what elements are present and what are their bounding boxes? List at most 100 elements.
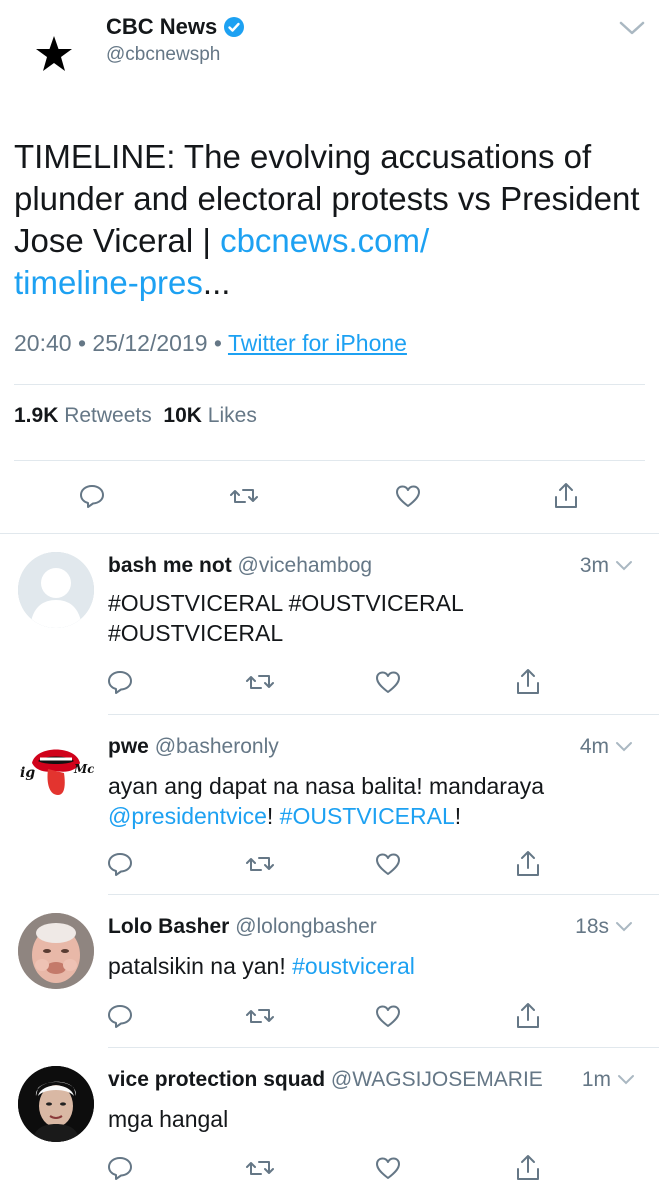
reply-timestamp: 1m	[581, 1068, 611, 1091]
reply-name[interactable]: bash me not	[108, 554, 232, 577]
avatar[interactable]	[18, 1066, 94, 1142]
avatar[interactable]	[18, 913, 94, 989]
reply-handle[interactable]: @vicehambog	[238, 554, 373, 577]
likes-count: 10K	[163, 404, 202, 427]
reply-tweet[interactable]: Lolo Basher @lolongbasher 18s patalsikin…	[0, 895, 659, 1045]
share-button[interactable]	[508, 844, 548, 884]
likes-stat[interactable]: 10K Likes	[163, 404, 256, 427]
reply-mention[interactable]: @presidentvice	[108, 803, 267, 829]
reply-punctuation: !	[266, 803, 280, 829]
retweet-icon	[246, 1009, 274, 1023]
like-button[interactable]	[368, 844, 408, 884]
likes-label: Likes	[207, 404, 257, 427]
like-button[interactable]	[368, 1148, 408, 1188]
reply-text: patalsikin na yan! #oustviceral	[108, 951, 628, 981]
reply-time[interactable]: 1m	[582, 1068, 635, 1092]
share-button[interactable]	[508, 996, 548, 1036]
reply-hashtag[interactable]: #oustviceral	[292, 953, 415, 979]
display-name-text: CBC News	[106, 14, 218, 39]
reply-text-body: ayan ang dapat na nasa balita! mandaraya	[108, 773, 545, 799]
reply-tweet[interactable]: ig Mc pwe @basheronly 4m ayan ang dapat …	[0, 715, 659, 895]
verified-badge-icon	[224, 17, 245, 37]
retweets-count: 1.9K	[14, 404, 59, 427]
reply-handle[interactable]: @lolongbasher	[235, 915, 377, 938]
reply-hashtags: #OUSTVICERAL #OUSTVICERAL	[108, 590, 464, 616]
reply-text-body: patalsikin na yan!	[108, 953, 293, 979]
handle[interactable]: @cbcnewsph	[106, 44, 220, 66]
share-button[interactable]	[508, 662, 548, 702]
tweet-date: 25/12/2019	[92, 330, 208, 356]
retweet-button[interactable]	[240, 844, 280, 884]
reply-icon	[108, 853, 132, 876]
tweet-text: TIMELINE: The evolving accusations of pl…	[14, 136, 644, 304]
retweet-button[interactable]	[240, 1148, 280, 1188]
retweet-icon	[230, 489, 258, 503]
tweet-link-part1: cbcnews.com/	[220, 222, 430, 259]
retweets-label: Retweets	[64, 404, 152, 427]
reply-button[interactable]	[100, 1148, 140, 1188]
reply-name[interactable]: vice protection squad	[108, 1068, 325, 1091]
retweet-icon	[246, 857, 274, 871]
like-button[interactable]	[368, 662, 408, 702]
share-button[interactable]	[508, 1148, 548, 1188]
reply-tweet[interactable]: bash me not @vicehambog 3m #OUSTVICERAL …	[0, 534, 659, 714]
divider	[14, 460, 645, 461]
retweet-button[interactable]	[224, 476, 264, 516]
reply-text: ayan ang dapat na nasa balita! mandaraya…	[108, 771, 628, 831]
tweet-link-ellipsis: ...	[202, 264, 231, 301]
retweet-icon	[246, 675, 274, 689]
avatar[interactable]	[18, 552, 94, 628]
tweet-stats: 1.9K Retweets 10K Likes	[14, 404, 257, 428]
chevron-down-icon	[618, 1075, 634, 1085]
reply-button[interactable]	[100, 996, 140, 1036]
reply-icon	[108, 671, 132, 694]
meta-separator: •	[77, 330, 87, 356]
chevron-down-icon	[616, 742, 632, 752]
reply-icon	[80, 485, 104, 508]
chevron-down-icon	[616, 922, 632, 932]
reply-button[interactable]	[72, 476, 112, 516]
reply-hashtag[interactable]: #OUSTVICERAL	[280, 803, 455, 829]
reply-time[interactable]: 3m	[580, 554, 633, 578]
like-icon	[376, 1157, 400, 1179]
avatar[interactable]: ig Mc	[18, 733, 94, 809]
like-icon	[376, 853, 400, 875]
reply-timestamp: 3m	[579, 554, 609, 577]
reply-name[interactable]: Lolo Basher	[108, 915, 229, 938]
reply-text[interactable]: #OUSTVICERAL #OUSTVICERAL #OUSTVICERAL	[108, 588, 628, 648]
reply-header: vice protection squad @WAGSIJOSEMARIE	[108, 1068, 543, 1092]
reply-text-body: mga hangal	[108, 1106, 229, 1132]
like-button[interactable]	[368, 996, 408, 1036]
reply-timestamp: 4m	[579, 735, 609, 758]
divider	[14, 384, 645, 385]
default-avatar-icon	[18, 552, 94, 628]
reply-handle[interactable]: @WAGSIJOSEMARIE	[331, 1068, 543, 1091]
tweet-source-link[interactable]: Twitter for iPhone	[228, 330, 407, 356]
share-button[interactable]	[546, 476, 586, 516]
retweet-button[interactable]	[240, 662, 280, 702]
reply-button[interactable]	[100, 662, 140, 702]
retweet-button[interactable]	[240, 996, 280, 1036]
reply-button[interactable]	[100, 844, 140, 884]
reply-name[interactable]: pwe	[108, 735, 149, 758]
reply-tweet[interactable]: vice protection squad @WAGSIJOSEMARIE 1m…	[0, 1048, 659, 1200]
tweet-menu-button[interactable]	[619, 20, 645, 41]
old-man-avatar-icon	[18, 913, 94, 989]
tweet-meta: 20:40 • 25/12/2019 • Twitter for iPhone	[14, 330, 407, 357]
reply-icon	[108, 1157, 132, 1180]
display-name[interactable]: CBC News	[106, 14, 245, 40]
reply-time[interactable]: 18s	[575, 915, 633, 939]
account-avatar[interactable]	[14, 14, 94, 94]
reply-header: Lolo Basher @lolongbasher	[108, 915, 377, 939]
meta-separator: •	[213, 330, 222, 356]
retweet-icon	[246, 1161, 274, 1175]
like-icon	[376, 1005, 400, 1027]
chevron-down-icon	[619, 21, 645, 35]
chevron-down-icon	[616, 561, 632, 571]
share-icon	[555, 483, 577, 508]
retweets-stat[interactable]: 1.9K Retweets	[14, 404, 152, 427]
star-logo-icon	[36, 36, 72, 71]
reply-time[interactable]: 4m	[580, 735, 633, 759]
like-button[interactable]	[388, 476, 428, 516]
reply-handle[interactable]: @basheronly	[155, 735, 279, 758]
